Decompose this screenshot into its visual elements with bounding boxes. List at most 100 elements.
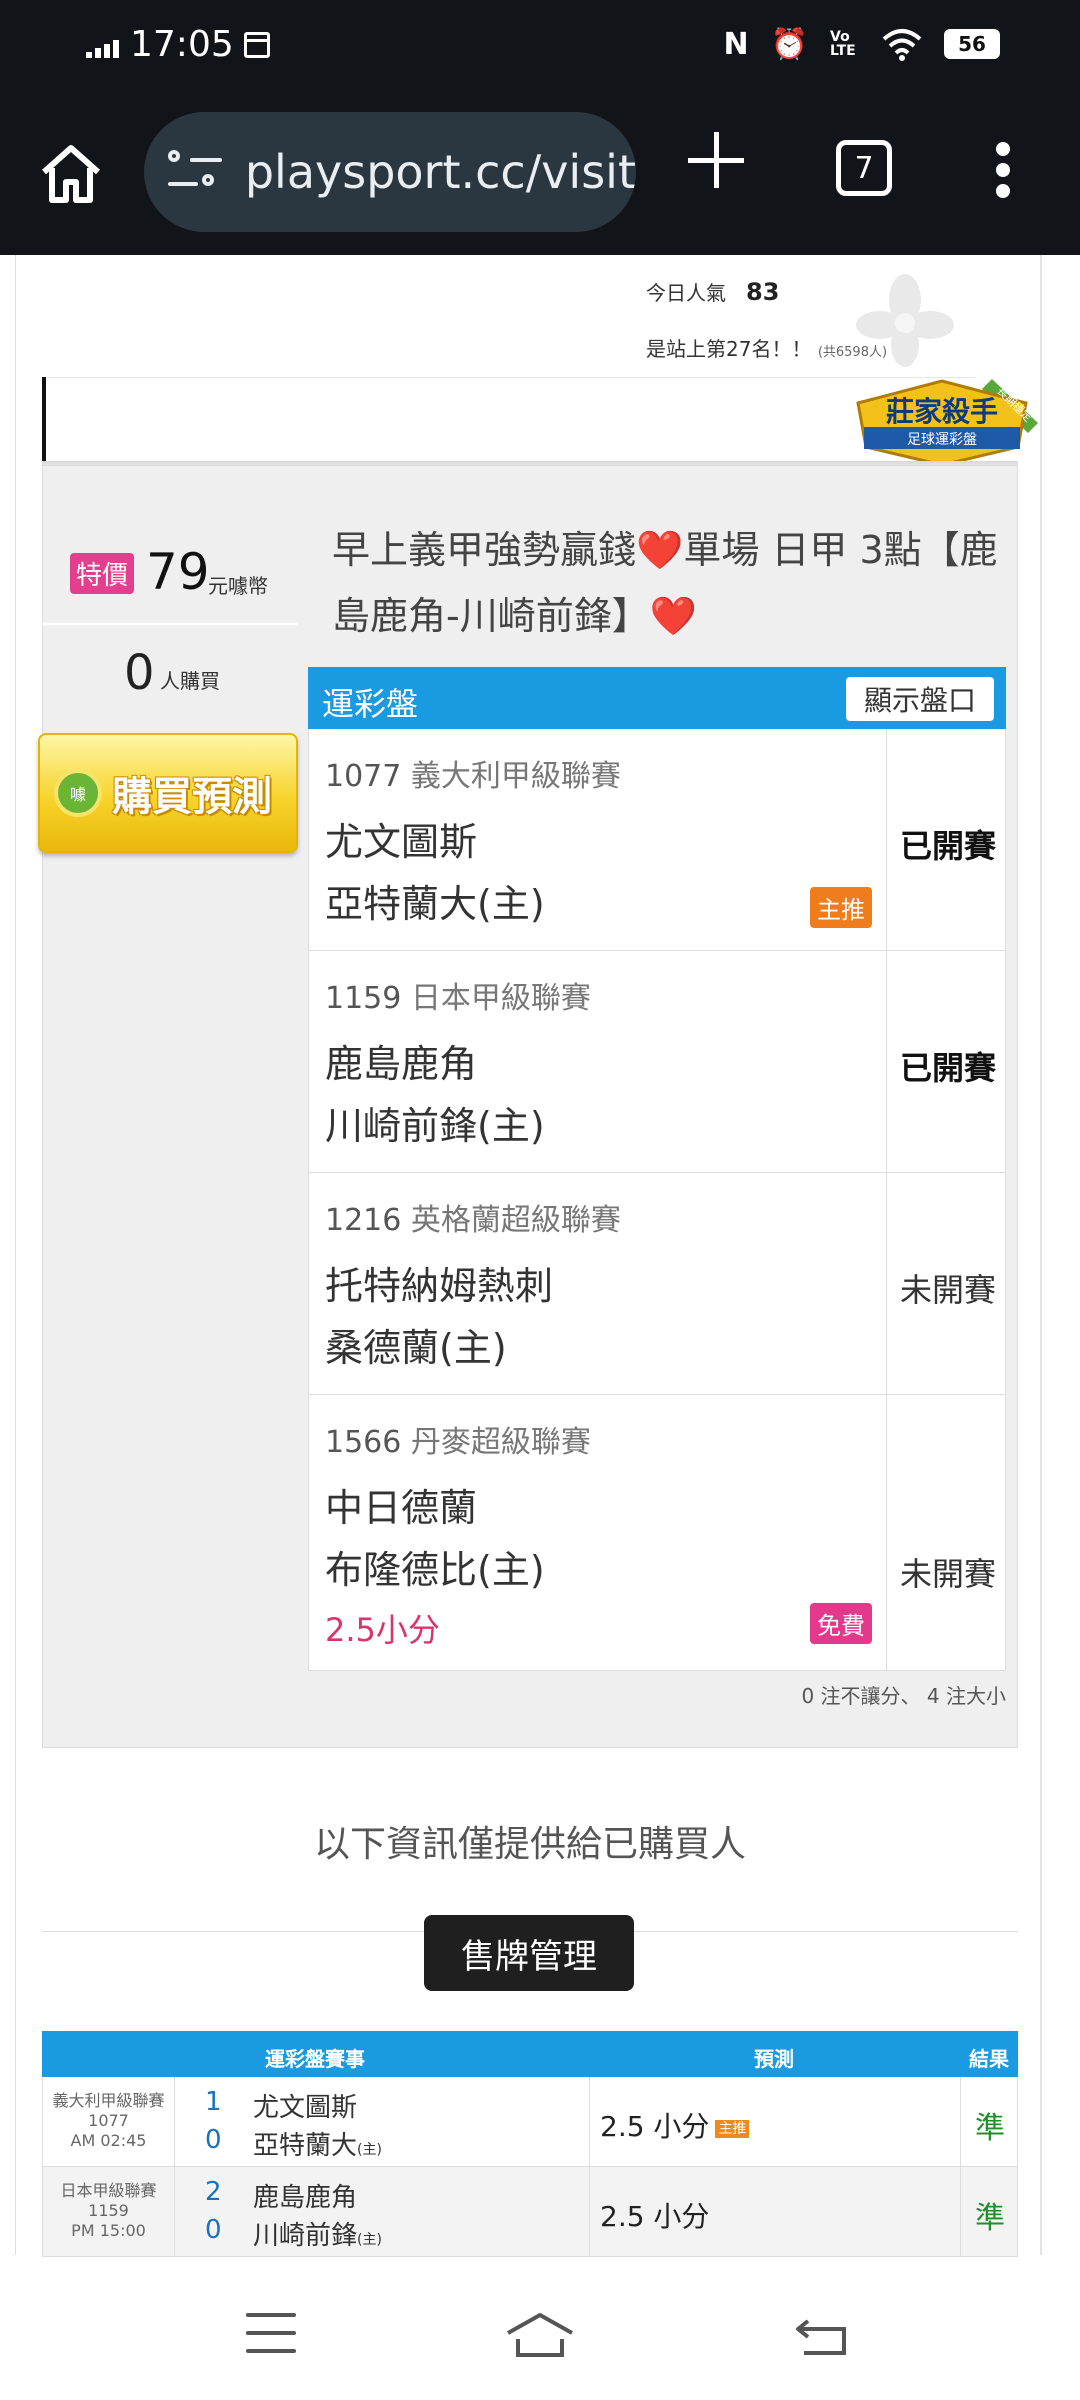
popularity-value: 83 (746, 278, 780, 306)
result-team-home-name: 川崎前鋒 (253, 2221, 358, 2251)
prediction-title: 早上義甲強勢贏錢❤️單場 日甲 3點【鹿島鹿角-川崎前鋒】❤️ (332, 528, 998, 638)
game-row: 1077 義大利甲級聯賽 尤文圖斯 亞特蘭大(主) 主推 已開賽 (308, 729, 1006, 951)
game-status: 未開賽 (899, 1555, 996, 1593)
result-game-time: AM 02:45 (70, 2131, 147, 2150)
new-tab-icon[interactable] (688, 132, 744, 188)
score-away: 1 (205, 2087, 222, 2117)
games-table: 運彩盤 顯示盤口 1077 義大利甲級聯賽 尤文圖斯 亞特蘭大(主) 主推 已開賽 115… (308, 667, 1006, 1671)
score-away: 2 (205, 2177, 222, 2207)
result-row: 義大利甲級聯賽 1077 AM 02:45 1 尤文圖斯 0 亞特蘭大(主) 2.5 小分 主推… (42, 2077, 1018, 2167)
result-team-home: 亞特蘭大(主) (253, 2125, 382, 2162)
results-header-prediction: 預測 (754, 2047, 794, 2071)
dealer-killer-badge: 莊家殺手 足球運彩盤 長期穩定 (856, 379, 1038, 467)
result-prediction-cell: 2.5 小分 (589, 2167, 961, 2256)
buyer-count: 0 (124, 645, 155, 701)
team-home: 川崎前鋒(主) (325, 1104, 545, 1148)
results-header-game: 運彩盤賽事 (265, 2047, 365, 2071)
left-sidebar-edge (0, 255, 16, 2255)
result-team-away: 鹿島鹿角 (253, 2183, 358, 2213)
result-game-info: 日本甲級聯賽 1159 PM 15:00 (43, 2167, 175, 2256)
recent-apps-icon[interactable] (246, 2313, 296, 2353)
battery-icon: 56 (944, 29, 1000, 59)
result-prediction-text: 2.5 小分 (600, 2110, 710, 2143)
price-divider (42, 623, 297, 625)
url-text[interactable]: playsport.cc/visit (245, 145, 636, 199)
game-number: 1216 (325, 1203, 402, 1238)
team-home: 布隆德比(主) (325, 1548, 545, 1592)
sale-management-button[interactable]: 售牌管理 (424, 1915, 634, 1991)
home-marker: (主) (357, 2142, 382, 2158)
home-nav-icon[interactable] (504, 2311, 576, 2359)
results-header-result: 結果 (969, 2047, 1009, 2071)
game-row: 1216 英格蘭超級聯賽 托特納姆熱刺 桑德蘭(主) 未開賽 (308, 1173, 1006, 1395)
result-game-number: 1159 (88, 2201, 129, 2220)
result-league: 義大利甲級聯賽 (52, 2091, 165, 2110)
team-away: 中日德蘭 (325, 1486, 478, 1530)
score-home: 0 (205, 2215, 222, 2245)
alarm-icon: ⏰ (770, 26, 808, 62)
price-value: 79 (146, 543, 210, 601)
buy-prediction-button[interactable]: 噱 購買預測 (38, 733, 298, 853)
flower-decoration-icon (856, 274, 954, 367)
more-menu-icon[interactable] (996, 142, 1010, 198)
browser-toolbar: playsport.cc/visit 7 (0, 100, 1080, 240)
special-price-tag: 特價 (70, 553, 135, 594)
right-sidebar-edge (1040, 255, 1042, 2255)
game-number: 1077 (325, 759, 402, 794)
game-league: 1566 丹麥超級聯賽 (325, 1417, 591, 1461)
buy-prediction-label: 購買預測 (112, 774, 272, 820)
pick-tag: 主推 (810, 887, 872, 928)
calendar-icon (244, 32, 270, 58)
site-settings-icon[interactable] (168, 150, 222, 194)
game-match-cell: 1077 義大利甲級聯賽 尤文圖斯 亞特蘭大(主) 主推 (309, 729, 887, 950)
game-number: 1566 (325, 1425, 402, 1460)
result-pick-tag: 主推 (715, 2120, 750, 2138)
game-match-cell: 1566 丹麥超級聯賽 中日德蘭 布隆德比(主) 2.5小分 免費 (309, 1395, 887, 1670)
team-home: 亞特蘭大(主) (325, 882, 545, 926)
game-league: 1159 日本甲級聯賽 (325, 973, 591, 1017)
game-row: 1159 日本甲級聯賽 鹿島鹿角 川崎前鋒(主) 已開賽 (308, 951, 1006, 1173)
pick-tag: 免費 (810, 1603, 872, 1644)
price-unit: 元噱幣 (208, 574, 268, 598)
result-outcome: 準 (975, 2111, 1005, 2146)
result-team-home-name: 亞特蘭大 (253, 2131, 358, 2161)
team-home: 桑德蘭(主) (325, 1326, 507, 1370)
tab-switcher-button[interactable]: 7 (836, 140, 892, 196)
signal-icon (86, 38, 120, 58)
team-away: 鹿島鹿角 (325, 1042, 478, 1086)
results-table: 運彩盤賽事 預測 結果 義大利甲級聯賽 1077 AM 02:45 1 尤文圖斯 0 亞特蘭… (42, 2031, 1018, 2257)
league-name: 義大利甲級聯賽 (410, 759, 621, 794)
header-divider (46, 377, 976, 378)
result-outcome: 準 (975, 2201, 1005, 2236)
home-marker: (主) (357, 2232, 382, 2248)
volte-icon: Vo LTE (830, 29, 856, 59)
system-nav-bar (0, 2275, 1080, 2400)
game-league: 1077 義大利甲級聯賽 (325, 751, 621, 795)
rank-text: 是站上第27名！！ (646, 337, 812, 361)
show-odds-button[interactable]: 顯示盤口 (846, 677, 994, 721)
address-bar[interactable]: playsport.cc/visit (144, 112, 636, 232)
buyer-count-unit: 人購買 (160, 669, 220, 693)
league-name: 丹麥超級聯賽 (410, 1425, 591, 1460)
game-league: 1216 英格蘭超級聯賽 (325, 1195, 621, 1239)
result-game-number: 1077 (88, 2111, 129, 2130)
result-prediction-cell: 2.5 小分 主推 (589, 2077, 961, 2166)
result-row: 日本甲級聯賽 1159 PM 15:00 2 鹿島鹿角 0 川崎前鋒(主) 2.5 小分 準 (42, 2167, 1018, 2257)
results-table-body: 義大利甲級聯賽 1077 AM 02:45 1 尤文圖斯 0 亞特蘭大(主) 2.5 小分 主推… (42, 2077, 1018, 2257)
game-match-cell: 1216 英格蘭超級聯賽 托特納姆熱刺 桑德蘭(主) (309, 1173, 887, 1394)
games-table-title: 運彩盤 (322, 685, 419, 723)
home-icon[interactable] (38, 140, 104, 206)
back-nav-icon[interactable] (794, 2313, 850, 2357)
team-away: 托特納姆熱刺 (325, 1264, 554, 1308)
pick-text: 2.5小分 (325, 1611, 440, 1649)
coin-icon: 噱 (54, 769, 102, 817)
result-game-info: 義大利甲級聯賽 1077 AM 02:45 (43, 2077, 175, 2166)
badge-sub: 足球運彩盤 (907, 432, 977, 448)
result-prediction-text: 2.5 小分 (600, 2200, 710, 2233)
status-bar: 17:05 N ⏰ Vo LTE 56 (0, 0, 1080, 90)
status-time: 17:05 (130, 24, 234, 65)
score-home: 0 (205, 2125, 222, 2155)
popularity-label: 今日人氣 (646, 281, 726, 305)
result-team-away: 尤文圖斯 (253, 2093, 358, 2123)
popularity: 今日人氣 83 (646, 277, 779, 306)
